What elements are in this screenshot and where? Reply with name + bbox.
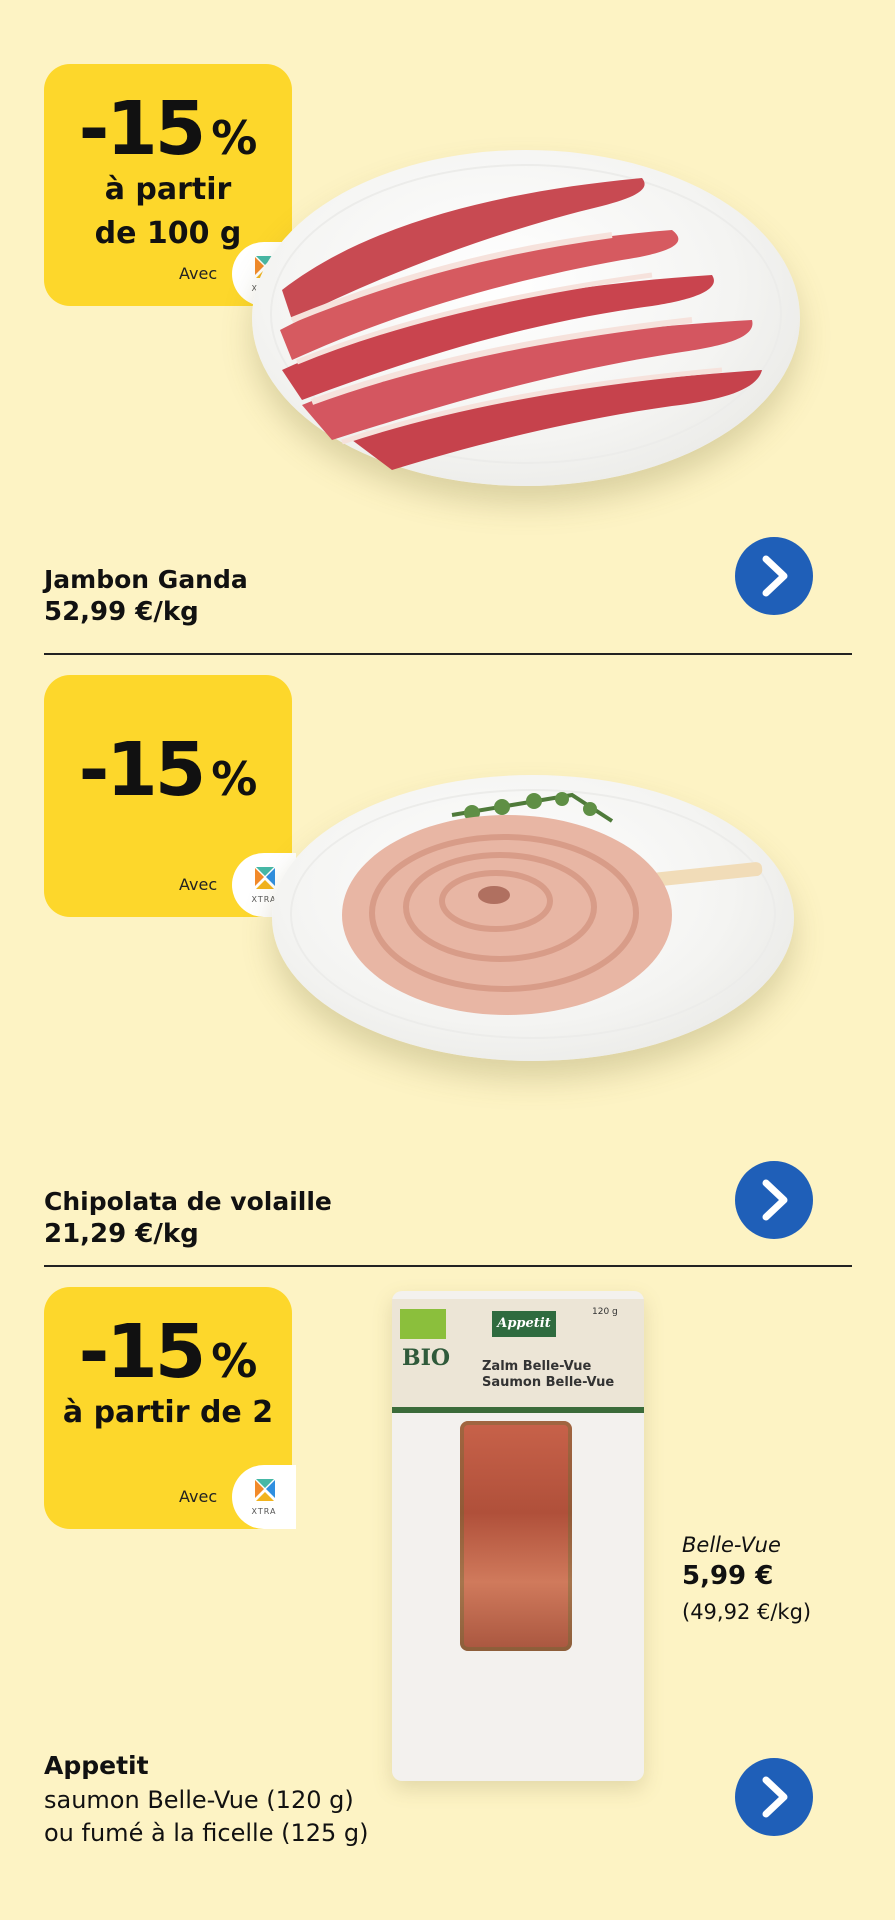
avec-label: Avec — [179, 875, 218, 894]
package-bio: BIO — [402, 1345, 451, 1371]
eu-organic-icon — [400, 1309, 446, 1339]
chevron-right-icon — [762, 1776, 788, 1818]
product-description-line2: ou fumé à la ficelle (125 g) — [44, 1819, 369, 1847]
discount-badge: -15% à partir de 2 Avec XTRA — [44, 1287, 296, 1529]
product-name: Appetit — [44, 1751, 149, 1780]
product-image-chipolata — [272, 775, 794, 1061]
package-brand: Appetit — [492, 1311, 556, 1337]
package-weight: 120 g — [592, 1307, 618, 1317]
discount-value: -15% — [78, 1309, 258, 1395]
product-price: 52,99 €/kg — [44, 597, 199, 627]
product-image-jambon — [252, 150, 800, 486]
avec-label: Avec — [179, 264, 218, 283]
variant-unit-price: (49,92 €/kg) — [682, 1600, 812, 1624]
product-card-chipolata[interactable]: -15% Avec XTRA Chipolata de volaille 21,… — [0, 655, 895, 1267]
package-line2: Saumon Belle-Vue — [482, 1375, 615, 1390]
product-price: 21,29 €/kg — [44, 1219, 199, 1249]
next-button[interactable] — [735, 1161, 813, 1239]
chevron-right-icon — [762, 1179, 788, 1221]
product-name: Chipolata de volaille — [44, 1187, 332, 1216]
variant-price: 5,99 € — [682, 1561, 774, 1591]
next-button[interactable] — [735, 537, 813, 615]
discount-value: -15% — [78, 727, 258, 813]
next-button[interactable] — [735, 1758, 813, 1836]
chevron-right-icon — [762, 555, 788, 597]
xtra-logo-icon: XTRA — [232, 1465, 296, 1529]
product-image-appetit: Appetit 120 g BIO Zalm Belle-Vue Saumon … — [392, 1291, 644, 1781]
product-card-jambon[interactable]: -15% à partir de 100 g Avec XTRA Jambon … — [0, 0, 895, 655]
discount-badge: -15% Avec XTRA — [44, 675, 296, 917]
package-label: Appetit 120 g BIO Zalm Belle-Vue Saumon … — [392, 1299, 644, 1413]
avec-label: Avec — [179, 1487, 218, 1506]
variant-name: Belle-Vue — [682, 1533, 781, 1557]
product-description-line1: saumon Belle-Vue (120 g) — [44, 1786, 354, 1814]
salmon-fillet — [460, 1421, 572, 1651]
product-card-appetit[interactable]: -15% à partir de 2 Avec XTRA Appetit 120… — [0, 1267, 895, 1920]
product-name: Jambon Ganda — [44, 565, 248, 594]
discount-condition: à partir de 2 — [62, 1395, 274, 1430]
package-line1: Zalm Belle-Vue — [482, 1359, 592, 1374]
